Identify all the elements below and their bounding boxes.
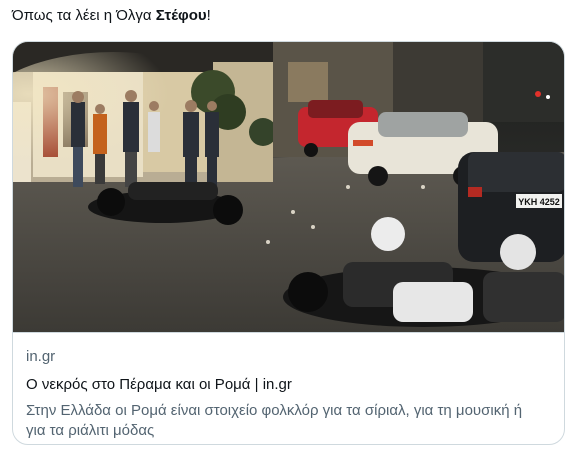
tweet-text-end: !	[206, 7, 211, 24]
news-photo: ΥΚΗ 4252	[13, 42, 564, 332]
tweet-text-mention: Στέφου	[155, 7, 207, 24]
card-image[interactable]: ΥΚΗ 4252	[13, 42, 564, 332]
card-meta[interactable]: in.gr Ο νεκρός στο Πέραμα και οι Ρομά | …	[13, 332, 564, 444]
card-domain: in.gr	[26, 348, 56, 365]
link-preview-card[interactable]: ΥΚΗ 4252 in.gr Ο νεκρός στο Πέραμα και ο…	[12, 41, 565, 445]
tweet-text-start: Όπως τα λέει η Όλγα	[12, 7, 156, 24]
license-plate: ΥΚΗ 4252	[518, 197, 560, 207]
card-title[interactable]: Ο νεκρός στο Πέραμα και οι Ρομά | in.gr	[26, 375, 553, 395]
card-description: Στην Ελλάδα οι Ρομά είναι στοιχείο φολκλ…	[26, 402, 523, 439]
tweet-text: Όπως τα λέει η Όλγα Στέφου!	[12, 6, 211, 26]
